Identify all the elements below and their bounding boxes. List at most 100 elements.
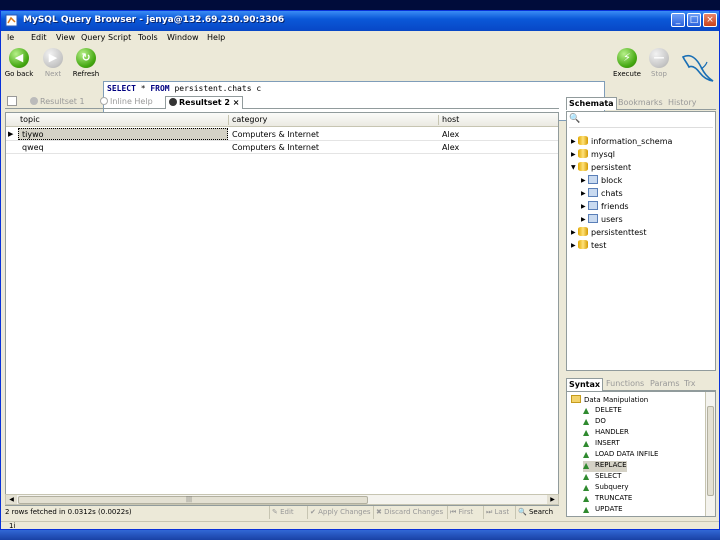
folder-icon [571, 395, 581, 403]
menu-help[interactable]: Help [207, 33, 225, 42]
refresh-button[interactable]: ↻ Refresh [68, 48, 104, 88]
menu-query[interactable]: Query [81, 33, 105, 42]
tree-node-db[interactable]: ▶ mysql [571, 149, 615, 161]
help-icon [100, 97, 108, 105]
expand-arrow-icon[interactable]: ▶ [571, 151, 578, 158]
tree-node-db[interactable]: ▶ information_schema [571, 136, 672, 148]
selected-cell [18, 128, 228, 140]
stop-button[interactable]: — Stop [641, 48, 677, 88]
tab-schemata[interactable]: Schemata [566, 97, 617, 110]
syntax-node-icon: ▲ [583, 428, 590, 437]
vertical-scrollbar[interactable] [705, 392, 715, 516]
tab-bookmarks[interactable]: Bookmarks [616, 97, 665, 110]
first-button[interactable]: ⏮ First [447, 506, 475, 519]
syntax-item-selected[interactable]: ▲ REPLACE [583, 461, 627, 472]
edit-button[interactable]: ✎ Edit [269, 506, 296, 519]
tab-resultset-2[interactable]: Resultset 2 × [165, 96, 244, 109]
syntax-node-icon: ▲ [583, 450, 590, 459]
cell-topic[interactable]: qweq [22, 143, 44, 152]
menu-script[interactable]: Script [108, 33, 131, 42]
new-tab-icon[interactable] [7, 96, 17, 106]
column-header-topic[interactable]: topic [20, 115, 40, 124]
tab-history[interactable]: History [666, 97, 698, 110]
cell-host[interactable]: Alex [442, 130, 459, 139]
next-button[interactable]: ▶ Next [35, 48, 71, 88]
schema-search[interactable]: 🔍 [569, 114, 713, 128]
horizontal-scrollbar[interactable]: ◀ ||| ▶ [5, 494, 559, 505]
tab-params[interactable]: Params [648, 378, 682, 391]
minimize-button[interactable]: _ [671, 13, 685, 27]
menu-tools[interactable]: Tools [138, 33, 158, 42]
syntax-item[interactable]: ▲ LOAD DATA INFILE [583, 450, 658, 461]
tab-syntax[interactable]: Syntax [566, 378, 604, 391]
toolbar: ◀ Go back ▶ Next ↻ Refresh SELECT * FROM… [1, 45, 719, 121]
column-header-host[interactable]: host [442, 115, 459, 124]
cell-category[interactable]: Computers & Internet [232, 143, 319, 152]
syntax-item[interactable]: ▲ DELETE [583, 406, 622, 417]
tree-node-table[interactable]: ▶ block [581, 175, 622, 187]
syntax-node-icon: ▲ [583, 439, 590, 448]
scroll-right-icon[interactable]: ▶ [547, 495, 558, 504]
column-separator[interactable] [228, 115, 229, 125]
expand-arrow-icon[interactable]: ▶ [571, 138, 578, 145]
menu-view[interactable]: View [56, 33, 75, 42]
syntax-item[interactable]: ▲ UPDATE [583, 505, 623, 516]
menu-window[interactable]: Window [167, 33, 199, 42]
table-row[interactable]: ▶ tiywo Computers & Internet Alex [6, 128, 558, 141]
table-icon [588, 188, 598, 197]
close-tab-icon[interactable]: × [233, 98, 240, 107]
tab-functions[interactable]: Functions [604, 378, 646, 391]
database-icon [578, 240, 588, 249]
close-button[interactable]: × [703, 13, 717, 27]
cell-topic[interactable]: tiywo [22, 130, 44, 139]
tab-inline-help[interactable]: Inline Help [97, 96, 156, 109]
column-separator[interactable] [438, 115, 439, 125]
expand-arrow-icon[interactable]: ▶ [581, 190, 588, 197]
syntax-node-icon: ▲ [583, 461, 590, 470]
syntax-item[interactable]: ▲ TRUNCATE [583, 494, 632, 505]
expand-arrow-icon[interactable]: ▶ [571, 229, 578, 236]
cell-host[interactable]: Alex [442, 143, 459, 152]
title-bar[interactable]: MySQL Query Browser - jenya@132.69.230.9… [1, 11, 719, 31]
expand-arrow-icon[interactable]: ▶ [581, 177, 588, 184]
syntax-item[interactable]: ▲ HANDLER [583, 428, 629, 439]
gear-icon [169, 98, 177, 106]
tree-node-db[interactable]: ▶ test [571, 240, 606, 252]
collapse-arrow-icon[interactable]: ▼ [571, 164, 578, 171]
tree-node-table[interactable]: ▶ chats [581, 188, 623, 200]
cell-category[interactable]: Computers & Internet [232, 130, 319, 139]
scrollbar-thumb[interactable] [18, 496, 368, 504]
scrollbar-thumb[interactable] [707, 406, 714, 496]
syntax-item[interactable]: ▲ DO [583, 417, 606, 428]
go-back-button[interactable]: ◀ Go back [1, 48, 37, 88]
tab-trx[interactable]: Trx [682, 378, 698, 391]
menu-file[interactable]: le [7, 33, 14, 42]
expand-arrow-icon[interactable]: ▶ [581, 203, 588, 210]
row-pointer-icon: ▶ [8, 130, 14, 138]
maximize-button[interactable]: □ [687, 13, 701, 27]
apply-changes-button[interactable]: ✔ Apply Changes [307, 506, 373, 519]
tree-node-table[interactable]: ▶ users [581, 214, 623, 226]
syntax-folder[interactable]: Data Manipulation [571, 395, 648, 406]
syntax-item[interactable]: ▲ SELECT [583, 472, 621, 483]
search-button[interactable]: 🔍 Search [515, 506, 555, 519]
result-grid[interactable]: topic category host ▶ tiywo Computers & … [5, 112, 559, 506]
tab-resultset-1[interactable]: Resultset 1 [27, 96, 88, 109]
tree-node-db[interactable]: ▶ persistenttest [571, 227, 646, 239]
table-row[interactable]: qweq Computers & Internet Alex [6, 141, 558, 154]
expand-arrow-icon[interactable]: ▶ [581, 216, 588, 223]
discard-changes-button[interactable]: ✖ Discard Changes [373, 506, 445, 519]
main-window: MySQL Query Browser - jenya@132.69.230.9… [0, 10, 720, 530]
expand-arrow-icon[interactable]: ▶ [571, 242, 578, 249]
column-header-category[interactable]: category [232, 115, 267, 124]
scroll-left-icon[interactable]: ◀ [6, 495, 17, 504]
tree-node-table[interactable]: ▶ friends [581, 201, 629, 213]
next-arrow-icon: ▶ [43, 48, 63, 68]
menu-edit[interactable]: Edit [31, 33, 47, 42]
execute-button[interactable]: ⚡ Execute [609, 48, 645, 88]
tree-node-db[interactable]: ▼ persistent [571, 162, 631, 174]
syntax-item[interactable]: ▲ Subquery [583, 483, 629, 494]
syntax-item[interactable]: ▲ INSERT [583, 439, 620, 450]
last-button[interactable]: ⏭ Last [483, 506, 511, 519]
lightning-icon: ⚡ [617, 48, 637, 68]
